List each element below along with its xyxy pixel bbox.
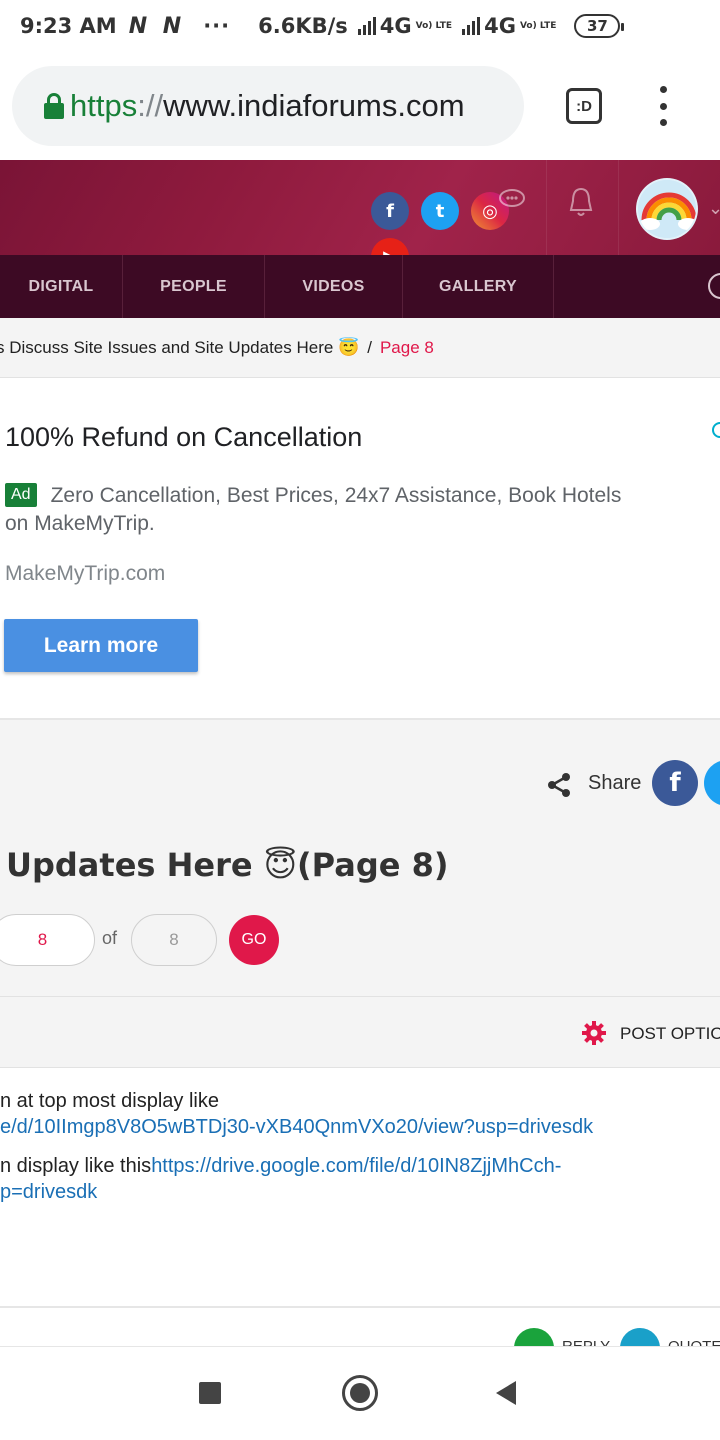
status-bar: 9:23 AM N N ··· 6.6KB/s 4G Vo) LTE 4G Vo… [0,0,720,52]
post-text-line: n display like thishttps://drive.google.… [0,1153,561,1179]
signal-strength-icon-2 [462,17,481,35]
volte-icon-1: Vo) LTE [415,21,453,31]
url-separator: :// [137,88,164,123]
ad-title[interactable]: 100% Refund on Cancellation [5,422,362,453]
share-icon[interactable] [546,772,572,798]
facebook-icon[interactable]: f [371,192,409,230]
network-type-1: 4G [379,14,412,38]
ad-badge: Ad [5,483,37,507]
reply-button[interactable]: REPLY [562,1338,610,1346]
ad-choices-icon[interactable] [712,422,720,438]
breadcrumb-topic-link[interactable]: s Discuss Site Issues and Site Updates H… [0,338,359,358]
search-icon[interactable] [708,273,720,299]
drive-link-2-cont[interactable]: p=drivesdk [0,1181,97,1203]
breadcrumb-current-page: Page 8 [379,337,434,357]
system-navigation-bar [0,1346,720,1440]
ad-banner[interactable]: 100% Refund on Cancellation Ad Zero Cance… [0,378,720,720]
quote-icon[interactable] [620,1328,660,1346]
post-text: n display like this [0,1155,152,1177]
quote-button[interactable]: QUOTE [668,1338,720,1346]
share-twitter-button[interactable]: t [704,760,720,806]
avatar[interactable] [636,178,698,240]
url-host: www.indiaforums.com [163,88,465,123]
breadcrumb: s Discuss Site Issues and Site Updates H… [0,318,720,378]
post-link-line: e/d/10IImgp8V8O5wBTDj30-vXB40QnmVXo20/vi… [0,1114,593,1140]
notification-icons: N N [128,13,186,39]
go-button[interactable]: GO [229,915,279,965]
page-title: Updates Here 😇(Page 8) [6,846,449,884]
url-scheme: https [70,88,138,123]
topic-header: Share f t Updates Here 😇(Page 8) 8 of 8 … [0,720,720,996]
ad-domain[interactable]: MakeMyTrip.com [5,562,165,586]
more-notifications-icon: ··· [203,14,231,38]
network-speed: 6.6KB/s [258,14,348,38]
back-icon[interactable] [496,1381,516,1405]
post-footer: REPLY QUOTE [0,1306,720,1346]
address-bar[interactable]: https://www.indiaforums.com [12,66,524,146]
battery-level: 37 [586,17,608,35]
post-text-line: n at top most display like [0,1090,219,1112]
network-type-2: 4G [484,14,516,38]
total-pages-field: 8 [131,914,217,966]
twitter-icon[interactable]: t [421,192,459,230]
home-icon[interactable] [342,1375,378,1411]
recent-apps-icon[interactable] [199,1382,221,1404]
nav-item-people[interactable]: PEOPLE [123,255,265,318]
share-label[interactable]: Share [588,772,641,795]
ad-description: Ad Zero Cancellation, Best Prices, 24x7 A… [5,482,645,538]
post-options-bar: POST OPTION [0,996,720,1068]
youtube-icon[interactable]: ▶ [371,238,409,255]
of-label: of [102,928,118,948]
clock: 9:23 AM [20,14,117,38]
signal-strength-icon [357,17,376,35]
bell-icon[interactable] [566,186,596,218]
gear-icon[interactable] [582,1021,606,1045]
battery-icon: 37 [574,14,625,38]
drive-link-2[interactable]: https://drive.google.com/file/d/10IN8Zjj… [151,1155,561,1177]
browser-toolbar: https://www.indiaforums.com :D [0,52,720,160]
reply-icon[interactable] [514,1328,554,1346]
drive-link-1[interactable]: e/d/10IImgp8V8O5wBTDj30-vXB40QnmVXo20/vi… [0,1116,593,1138]
share-facebook-button[interactable]: f [652,760,698,806]
post-link-line: p=drivesdk [0,1179,97,1205]
chat-bubble-icon[interactable] [498,188,526,212]
nav-item-gallery[interactable]: GALLERY [403,255,554,318]
current-page-input[interactable]: 8 [0,914,95,966]
lock-icon [44,93,64,119]
main-nav: DIGITAL PEOPLE VIDEOS GALLERY [0,255,720,318]
url-text[interactable]: https://www.indiaforums.com [70,88,465,124]
volte-icon-2: Vo) LTE [519,21,557,31]
tab-switcher-button[interactable]: :D [566,88,602,124]
post-content: n at top most display like e/d/10IImgp8V… [0,1068,720,1306]
post-options-button[interactable]: POST OPTION [620,1024,720,1044]
learn-more-button[interactable]: Learn more [4,619,198,672]
browser-menu-icon[interactable] [652,86,674,126]
chevron-down-icon[interactable]: ⌄ [708,198,720,219]
nav-item-digital[interactable]: DIGITAL [0,255,123,318]
breadcrumb-separator: / [367,337,372,357]
site-header: f t ◎ ▶ ⌄ [0,160,720,255]
ad-description-text: Zero Cancellation, Best Prices, 24x7 Ass… [5,484,622,535]
nav-item-videos[interactable]: VIDEOS [265,255,403,318]
